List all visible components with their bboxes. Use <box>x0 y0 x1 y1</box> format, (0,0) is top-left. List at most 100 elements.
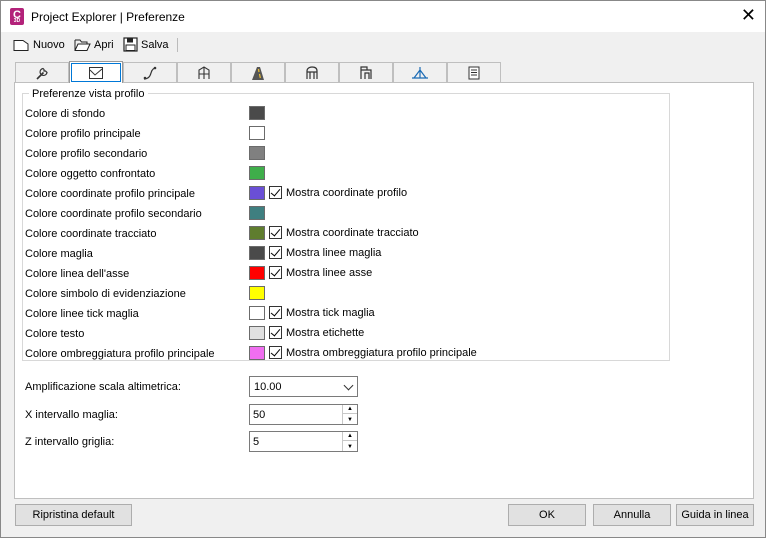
x-grid-interval-row: X intervallo maglia: 50 ▲ ▼ <box>25 404 425 426</box>
show-checkbox-label: Mostra etichette <box>286 327 365 339</box>
close-icon[interactable]: ✕ <box>741 6 756 24</box>
color-row-label: Colore profilo principale <box>25 128 141 140</box>
color-row-label: Colore linea dell'asse <box>25 268 130 280</box>
spin-up-icon[interactable]: ▲ <box>343 432 357 441</box>
color-swatch[interactable] <box>249 286 265 300</box>
tab-report[interactable] <box>447 62 501 83</box>
pipe-network-icon <box>306 66 318 79</box>
preferences-dialog: C 3D Project Explorer | Preferenze ✕ Nuo… <box>0 0 766 538</box>
tab-general[interactable] <box>15 62 69 83</box>
color-row: Colore maglia Mostra linee maglia <box>25 245 665 263</box>
show-checkbox-label: Mostra linee maglia <box>286 247 382 259</box>
show-checkbox[interactable] <box>269 346 282 359</box>
color-swatch[interactable] <box>249 326 265 340</box>
x-grid-interval-value: 50 <box>253 409 266 421</box>
color-swatch[interactable] <box>249 126 265 140</box>
x-grid-interval-spinner[interactable]: 50 ▲ ▼ <box>249 404 358 425</box>
alignment-icon <box>143 66 157 80</box>
tab-pressure-network[interactable] <box>339 62 393 83</box>
vertical-exaggeration-combo[interactable]: 10.00 <box>249 376 358 397</box>
new-button-label: Nuovo <box>33 38 65 51</box>
show-checkbox[interactable] <box>269 326 282 339</box>
color-row: Colore linee tick maglia Mostra tick magl… <box>25 305 665 323</box>
tab-corridor[interactable] <box>177 62 231 83</box>
open-button-label: Apri <box>94 38 114 51</box>
vertical-exaggeration-label: Amplificazione scala altimetrica: <box>25 381 181 393</box>
color-row-label: Colore oggetto confrontato <box>25 168 156 180</box>
save-disk-icon <box>123 37 138 52</box>
color-row: Colore linea dell'asse Mostra linee asse <box>25 265 665 283</box>
spin-up-icon[interactable]: ▲ <box>343 405 357 414</box>
new-button[interactable]: Nuovo <box>13 35 65 54</box>
help-button[interactable]: Guida in linea <box>676 504 754 526</box>
open-button[interactable]: Apri <box>74 35 114 54</box>
cancel-button[interactable]: Annulla <box>593 504 671 526</box>
z-grid-interval-label: Z intervallo griglia: <box>25 436 115 448</box>
x-grid-interval-label: X intervallo maglia: <box>25 409 118 421</box>
spinner-buttons: ▲ ▼ <box>342 432 357 451</box>
color-swatch[interactable] <box>249 226 265 240</box>
chevron-down-icon <box>343 380 354 391</box>
new-document-icon <box>13 39 29 51</box>
tab-road[interactable] <box>231 62 285 83</box>
show-checkbox[interactable] <box>269 226 282 239</box>
reset-defaults-button[interactable]: Ripristina default <box>15 504 132 526</box>
spinner-buttons: ▲ ▼ <box>342 405 357 424</box>
color-swatch[interactable] <box>249 166 265 180</box>
tab-alignment[interactable] <box>123 62 177 83</box>
toolbar-separator <box>177 38 178 52</box>
vertical-exaggeration-value: 10.00 <box>254 381 282 393</box>
color-row: Colore coordinate profilo secondario <box>25 205 665 223</box>
color-row: Colore simbolo di evidenziazione <box>25 285 665 303</box>
show-checkbox-label: Mostra tick maglia <box>286 307 375 319</box>
save-button[interactable]: Salva <box>123 35 169 54</box>
window-title: Project Explorer | Preferenze <box>31 10 185 24</box>
color-row: Colore oggetto confrontato <box>25 165 665 183</box>
toolbar: Nuovo Apri Salva <box>1 32 765 58</box>
open-folder-icon <box>74 39 91 51</box>
color-row-label: Colore profilo secondario <box>25 148 148 160</box>
color-swatch[interactable] <box>249 206 265 220</box>
show-checkbox[interactable] <box>269 186 282 199</box>
show-checkbox[interactable] <box>269 306 282 319</box>
pressure-network-icon <box>360 66 372 79</box>
survey-icon <box>412 67 428 79</box>
tab-survey[interactable] <box>393 62 447 83</box>
group-title: Preferenze vista profilo <box>29 88 148 100</box>
show-checkbox-label: Mostra ombreggiatura profilo principale <box>286 347 477 359</box>
color-row-label: Colore coordinate profilo secondario <box>25 208 202 220</box>
color-row-label: Colore testo <box>25 328 85 340</box>
spin-down-icon[interactable]: ▼ <box>343 415 357 424</box>
color-row-label: Colore ombreggiatura profilo principale <box>25 348 215 360</box>
show-checkbox[interactable] <box>269 246 282 259</box>
color-row-label: Colore coordinate profilo principale <box>25 188 195 200</box>
z-grid-interval-value: 5 <box>253 436 260 448</box>
show-checkbox-label: Mostra coordinate profilo <box>286 187 408 199</box>
tab-pipe-network[interactable] <box>285 62 339 83</box>
z-grid-interval-spinner[interactable]: 5 ▲ ▼ <box>249 431 358 452</box>
tab-profile-view[interactable] <box>69 61 123 83</box>
profile-view-icon <box>89 66 103 79</box>
color-swatch[interactable] <box>249 106 265 120</box>
color-swatch[interactable] <box>249 306 265 320</box>
color-swatch[interactable] <box>249 246 265 260</box>
tab-content-panel: Preferenze vista profilo Colore di sfond… <box>14 82 754 499</box>
show-checkbox[interactable] <box>269 266 282 279</box>
color-swatch[interactable] <box>249 146 265 160</box>
color-swatch[interactable] <box>249 186 265 200</box>
color-row: Colore testo Mostra etichette <box>25 325 665 343</box>
show-checkbox-label: Mostra linee asse <box>286 267 373 279</box>
z-grid-interval-row: Z intervallo griglia: 5 ▲ ▼ <box>25 431 425 453</box>
color-swatch[interactable] <box>249 346 265 360</box>
report-icon <box>468 66 480 80</box>
color-row: Colore ombreggiatura profilo principale M… <box>25 345 665 363</box>
corridor-icon <box>198 66 210 79</box>
color-swatch[interactable] <box>249 266 265 280</box>
vertical-exaggeration-row: Amplificazione scala altimetrica: 10.00 <box>25 376 425 398</box>
spin-down-icon[interactable]: ▼ <box>343 442 357 451</box>
color-row-label: Colore coordinate tracciato <box>25 228 157 240</box>
ok-button[interactable]: OK <box>508 504 586 526</box>
color-row: Colore profilo principale <box>25 125 665 143</box>
save-button-label: Salva <box>141 38 169 51</box>
color-row-label: Colore di sfondo <box>25 108 106 120</box>
